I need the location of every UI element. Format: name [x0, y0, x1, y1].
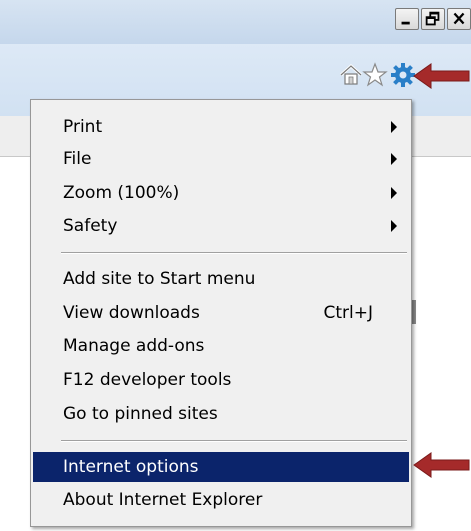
- menu-item-print[interactable]: Print: [33, 112, 409, 142]
- menu-item-label: Print: [63, 117, 103, 137]
- menu-item-about-internet-explorer[interactable]: About Internet Explorer: [33, 485, 409, 515]
- restore-button[interactable]: [421, 8, 445, 30]
- menu-item-label: Zoom (100%): [63, 183, 180, 203]
- scrollbar-fragment: [412, 300, 416, 324]
- menu-item-internet-options[interactable]: Internet options: [33, 452, 409, 482]
- submenu-arrow-icon: [391, 187, 397, 199]
- menu-item-label: Manage add-ons: [63, 336, 205, 356]
- menu-item-label: Internet options: [63, 457, 199, 477]
- menu-item-label: About Internet Explorer: [63, 490, 263, 510]
- menu-item-view-downloads[interactable]: View downloads Ctrl+J: [33, 298, 409, 328]
- menu-item-label: Safety: [63, 216, 118, 236]
- title-bar: [0, 0, 471, 44]
- menu-separator: [61, 440, 407, 442]
- menu-item-go-to-pinned-sites[interactable]: Go to pinned sites: [33, 399, 409, 429]
- annotation-arrow-internet-options: [413, 452, 470, 478]
- submenu-arrow-icon: [391, 220, 397, 232]
- menu-item-add-site-to-start-menu[interactable]: Add site to Start menu: [33, 264, 409, 294]
- favorites-star-icon[interactable]: [362, 62, 388, 88]
- menu-separator: [61, 252, 407, 254]
- menu-item-manage-add-ons[interactable]: Manage add-ons: [33, 331, 409, 361]
- shortcut-label: Ctrl+J: [323, 303, 373, 323]
- menu-item-safety[interactable]: Safety: [33, 211, 409, 241]
- menu-item-f12-developer-tools[interactable]: F12 developer tools: [33, 365, 409, 395]
- menu-item-label: F12 developer tools: [63, 370, 232, 390]
- window-controls: [395, 8, 471, 30]
- menu-item-label: Go to pinned sites: [63, 404, 218, 424]
- minimize-icon: [401, 21, 410, 25]
- menu-item-zoom[interactable]: Zoom (100%): [33, 178, 409, 208]
- menu-item-label: View downloads: [63, 303, 200, 323]
- menu-item-file[interactable]: File: [33, 144, 409, 174]
- submenu-arrow-icon: [391, 153, 397, 165]
- restore-icon: [425, 11, 440, 26]
- annotation-arrow-gear: [413, 63, 470, 89]
- tools-menu: Print File Zoom (100%) Safety Add site t…: [30, 99, 412, 527]
- submenu-arrow-icon: [391, 121, 397, 133]
- close-button[interactable]: [447, 8, 471, 30]
- menu-item-label: File: [63, 149, 92, 169]
- home-icon[interactable]: [338, 62, 364, 88]
- minimize-button[interactable]: [395, 8, 419, 30]
- tab-strip-right: [410, 116, 471, 157]
- menu-item-label: Add site to Start menu: [63, 269, 256, 289]
- close-icon: [453, 12, 465, 25]
